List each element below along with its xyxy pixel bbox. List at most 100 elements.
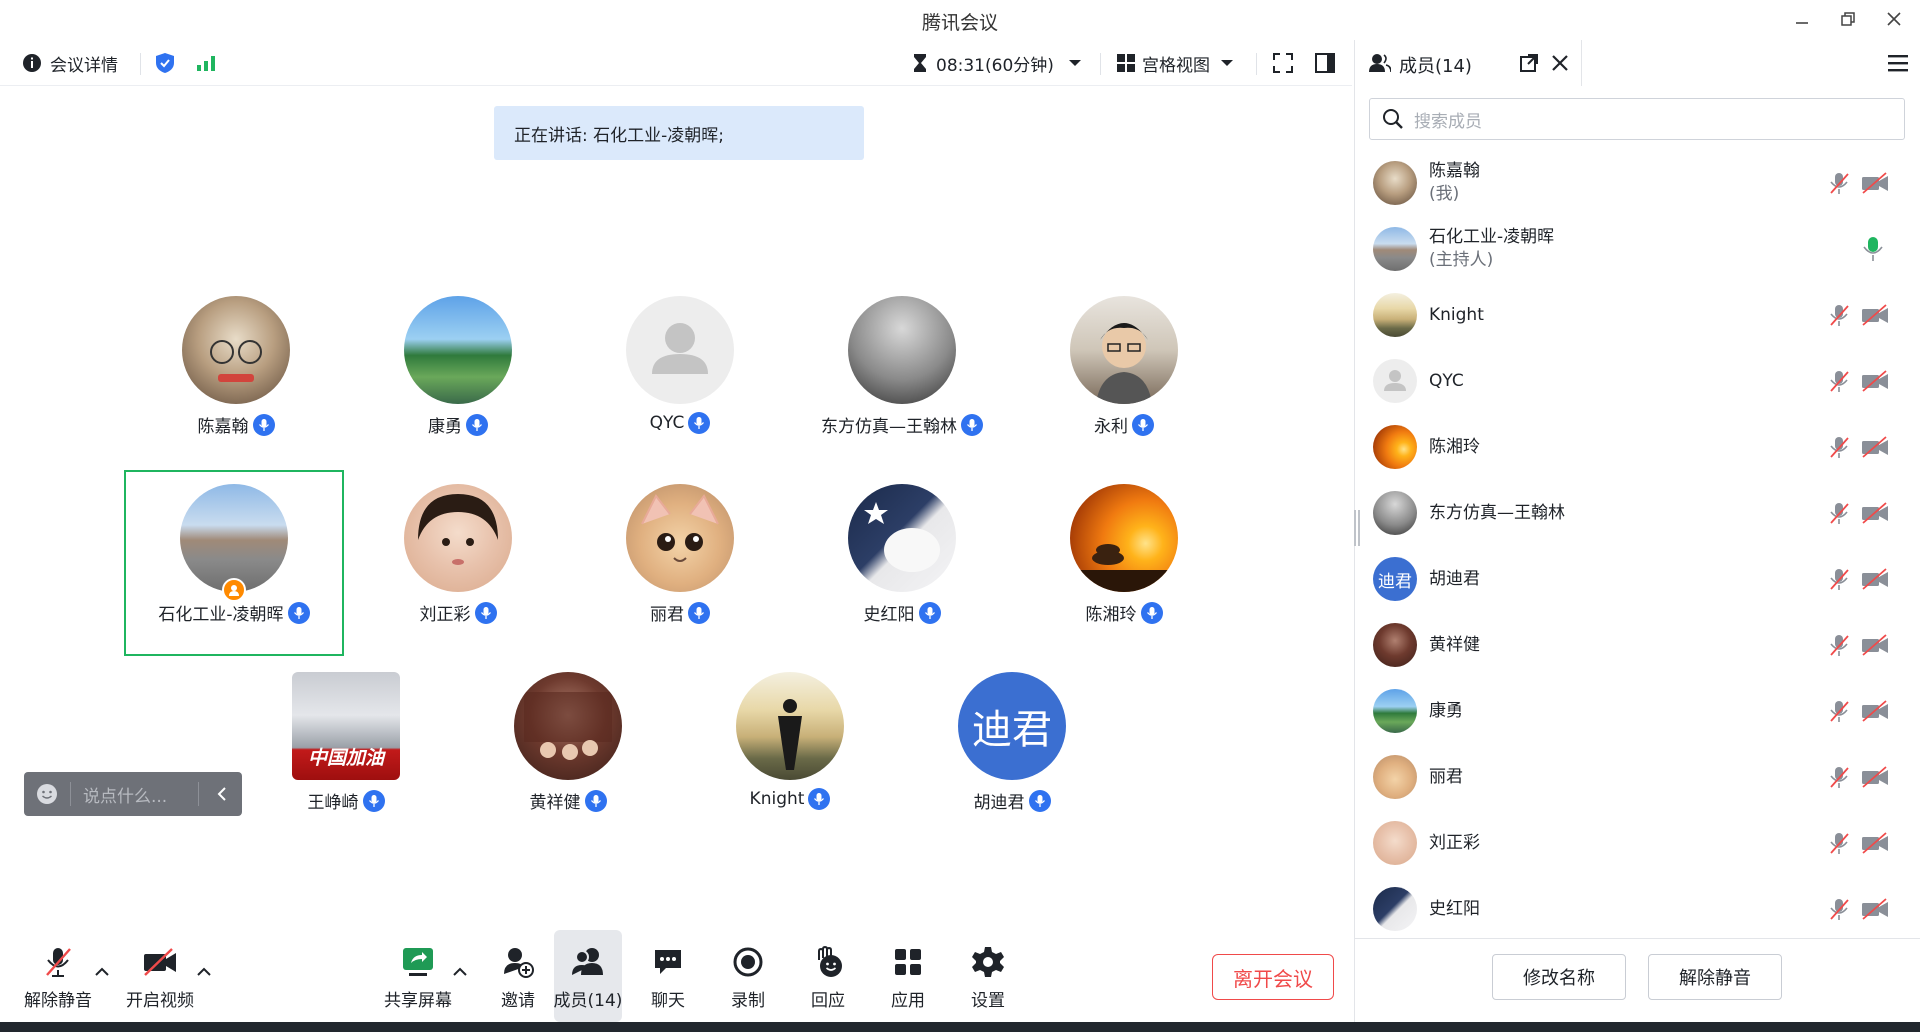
participant-name-row: QYC	[570, 412, 790, 434]
restore-button[interactable]	[1830, 4, 1866, 34]
chevron-left-icon[interactable]	[216, 786, 228, 802]
participant-tile[interactable]: 康勇	[348, 282, 568, 468]
list-item[interactable]: 陈湘玲	[1355, 414, 1920, 480]
list-item[interactable]: QYC	[1355, 348, 1920, 414]
network-signal-button[interactable]	[196, 40, 216, 86]
taskbar	[0, 1022, 1920, 1032]
participant-tile[interactable]: 陈湘玲	[1014, 470, 1234, 656]
members-list: 陈嘉翰 (我) 石化工业-凌朝晖 (主持人) Knight QYC 陈湘玲 东方…	[1355, 150, 1920, 942]
members-button[interactable]: 成员(14)	[554, 930, 622, 1022]
fullscreen-button[interactable]	[1272, 40, 1294, 86]
view-mode-selector[interactable]: 宫格视图	[1116, 40, 1234, 86]
meeting-timer[interactable]: 08:31(60分钟)	[912, 40, 1082, 86]
record-button[interactable]: 录制	[708, 930, 788, 1022]
mic-muted-icon[interactable]	[1827, 831, 1851, 855]
mic-muted-icon[interactable]	[1827, 765, 1851, 789]
mic-muted-icon[interactable]	[1827, 897, 1851, 921]
camera-off-icon[interactable]	[1861, 567, 1889, 591]
participant-tile[interactable]: 迪君 胡迪君	[902, 658, 1122, 844]
participant-tile[interactable]: 东方仿真—王翰林	[792, 282, 1012, 468]
toggle-sidebar-button[interactable]	[1314, 40, 1336, 86]
camera-off-icon[interactable]	[1861, 501, 1889, 525]
list-item[interactable]: 刘正彩	[1355, 810, 1920, 876]
member-name: 胡迪君	[1429, 568, 1480, 589]
avatar-caption: 中国加油	[307, 747, 384, 769]
share-screen-button[interactable]: 共享屏幕	[378, 930, 458, 1022]
camera-off-icon[interactable]	[1861, 435, 1889, 459]
invite-button[interactable]: 邀请	[478, 930, 558, 1022]
apps-button[interactable]: 应用	[868, 930, 948, 1022]
chat-button[interactable]: 聊天	[628, 930, 708, 1022]
list-item[interactable]: 丽君	[1355, 744, 1920, 810]
reaction-button[interactable]: 回应	[788, 930, 868, 1022]
mic-muted-icon[interactable]	[1827, 369, 1851, 393]
list-item[interactable]: 东方仿真—王翰林	[1355, 480, 1920, 546]
security-button[interactable]	[154, 40, 176, 86]
chat-quick-input[interactable]: 说点什么...	[24, 772, 242, 816]
mic-muted-icon[interactable]	[1827, 171, 1851, 195]
mic-muted-icon[interactable]	[1827, 303, 1851, 327]
leave-meeting-button[interactable]: 离开会议	[1212, 954, 1334, 1000]
participant-tile[interactable]: 史红阳	[792, 470, 1012, 656]
mic-muted-icon[interactable]	[1827, 567, 1851, 591]
menu-icon[interactable]	[1887, 54, 1909, 72]
chevron-up-icon[interactable]	[94, 964, 110, 980]
participant-tile[interactable]: QYC	[570, 282, 790, 468]
chevron-up-icon[interactable]	[452, 964, 468, 980]
list-item[interactable]: 史红阳	[1355, 876, 1920, 942]
list-item[interactable]: 康勇	[1355, 678, 1920, 744]
participant-tile[interactable]: 黄祥健	[458, 658, 678, 844]
unmute-button[interactable]: 解除静音	[18, 930, 98, 1022]
mic-active-icon[interactable]	[1861, 236, 1885, 262]
camera-off-icon	[144, 948, 176, 976]
mic-muted-icon[interactable]	[1827, 699, 1851, 723]
active-speaker-banner: 正在讲话: 石化工业-凌朝晖;	[494, 106, 864, 160]
camera-off-icon[interactable]	[1861, 369, 1889, 393]
participant-tile-active-speaker[interactable]: 石化工业-凌朝晖	[124, 470, 344, 656]
meeting-info-button[interactable]: 会议详情	[22, 40, 118, 86]
member-name: QYC	[1429, 370, 1464, 391]
camera-off-icon[interactable]	[1861, 897, 1889, 921]
participant-tile[interactable]: 永利	[1014, 282, 1234, 468]
participant-name: 王峥崎	[307, 793, 359, 813]
panel-resize-handle[interactable]	[1354, 510, 1360, 546]
participant-tile[interactable]: Knight	[680, 658, 900, 844]
mic-muted-icon[interactable]	[1827, 501, 1851, 525]
camera-off-icon[interactable]	[1861, 633, 1889, 657]
rename-button[interactable]: 修改名称	[1492, 954, 1626, 1000]
participant-tile[interactable]: 刘正彩	[348, 470, 568, 656]
avatar	[848, 296, 956, 404]
member-name: 康勇	[1429, 700, 1463, 721]
avatar	[182, 296, 290, 404]
start-video-button[interactable]: 开启视频	[120, 930, 200, 1022]
camera-off-icon[interactable]	[1861, 699, 1889, 723]
chevron-up-icon[interactable]	[196, 964, 212, 980]
start-video-label: 开启视频	[126, 991, 194, 1011]
close-icon[interactable]	[1551, 54, 1569, 72]
camera-off-icon[interactable]	[1861, 831, 1889, 855]
avatar	[404, 296, 512, 404]
camera-off-icon[interactable]	[1861, 765, 1889, 789]
minimize-button[interactable]	[1784, 4, 1820, 34]
participant-tile[interactable]: 陈嘉翰	[126, 282, 346, 468]
list-item[interactable]: 石化工业-凌朝晖 (主持人)	[1355, 216, 1920, 282]
list-item[interactable]: 迪君 胡迪君	[1355, 546, 1920, 612]
list-item[interactable]: Knight	[1355, 282, 1920, 348]
settings-button[interactable]: 设置	[948, 930, 1028, 1022]
close-window-button[interactable]	[1876, 4, 1912, 34]
member-search-input[interactable]: 搜索成员	[1369, 98, 1905, 140]
participant-tile[interactable]: 中国加油 王峥崎	[236, 658, 456, 844]
mic-muted-icon[interactable]	[1827, 633, 1851, 657]
mic-muted-icon[interactable]	[1827, 435, 1851, 459]
camera-off-icon[interactable]	[1861, 171, 1889, 195]
participant-tile[interactable]: 丽君	[570, 470, 790, 656]
participant-name-row: 永利	[1014, 412, 1234, 437]
participant-name: 刘正彩	[419, 605, 471, 625]
camera-off-icon[interactable]	[1861, 303, 1889, 327]
avatar	[1373, 425, 1417, 469]
chevron-down-icon	[1221, 60, 1233, 66]
popout-icon[interactable]	[1519, 53, 1539, 73]
list-item[interactable]: 陈嘉翰 (我)	[1355, 150, 1920, 216]
panel-unmute-button[interactable]: 解除静音	[1648, 954, 1782, 1000]
list-item[interactable]: 黄祥健	[1355, 612, 1920, 678]
